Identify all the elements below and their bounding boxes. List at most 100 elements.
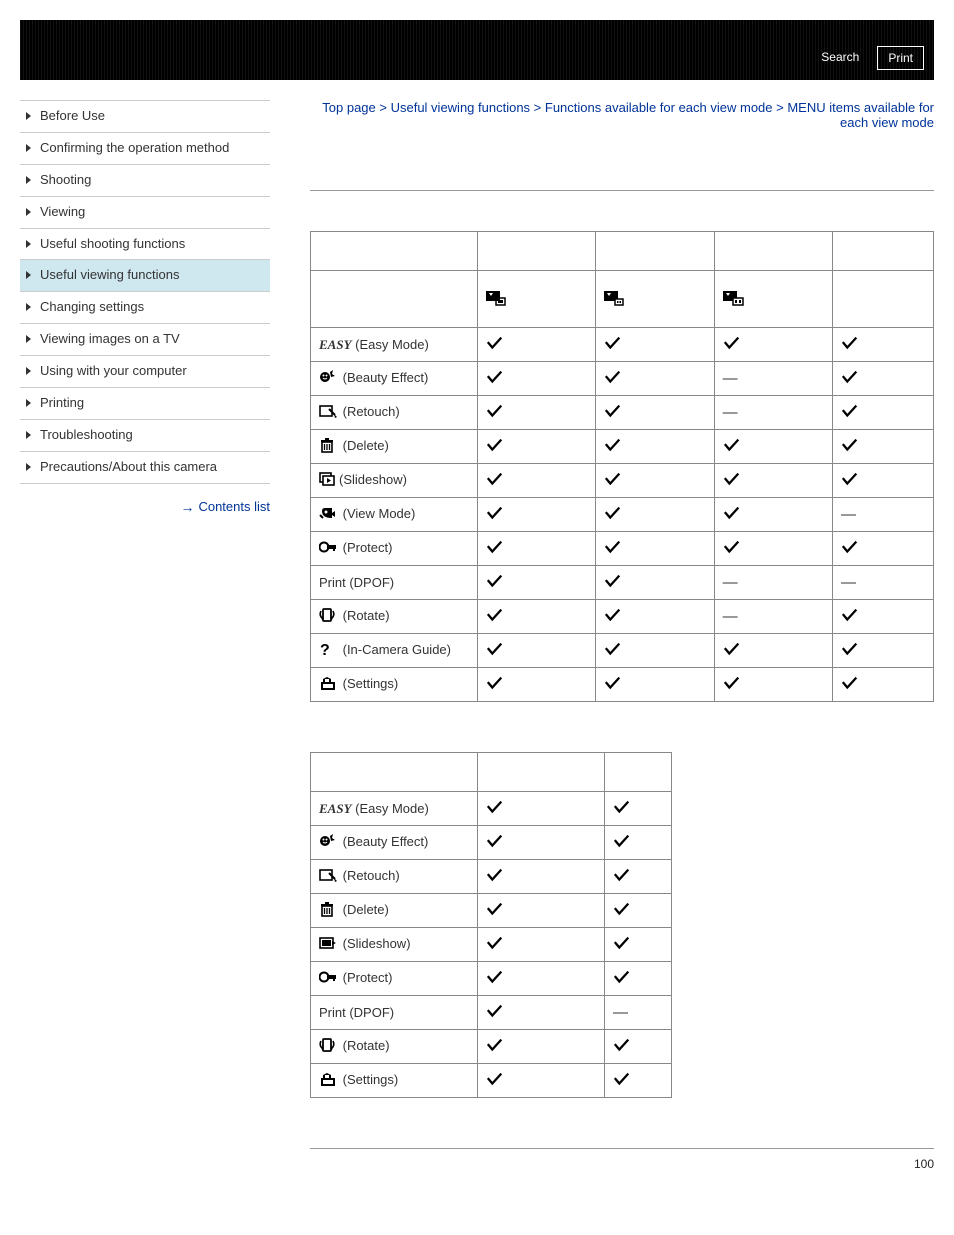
check-icon: [604, 504, 622, 522]
table-cell: [596, 566, 714, 600]
bc-l1[interactable]: Useful viewing functions: [391, 100, 530, 115]
check-icon: [613, 866, 631, 884]
sidebar-item-viewing-tv[interactable]: Viewing images on a TV: [20, 323, 270, 355]
row-label: (Slideshow): [311, 928, 478, 962]
print-button[interactable]: Print: [877, 46, 924, 70]
check-icon: [486, 572, 504, 590]
table-row: (Settings): [311, 1064, 672, 1098]
table-cell: [832, 396, 933, 430]
row-label: (Beauty Effect): [311, 826, 478, 860]
table-row: Print (DPOF) —: [311, 996, 672, 1030]
check-icon: [841, 470, 859, 488]
hr-bottom: [310, 1148, 934, 1149]
check-icon: [613, 798, 631, 816]
sidebar-item-printing[interactable]: Printing: [20, 387, 270, 419]
table-cell: [605, 962, 672, 996]
sidebar-item-shooting[interactable]: Shooting: [20, 164, 270, 196]
search-button[interactable]: Search: [811, 46, 869, 70]
dash-icon: —: [613, 1004, 628, 1021]
table-cell: [478, 328, 596, 362]
check-icon: [604, 674, 622, 692]
bc-l2[interactable]: Functions available for each view mode: [545, 100, 773, 115]
check-icon: [486, 504, 504, 522]
row-label: EASY (Easy Mode): [311, 792, 478, 826]
check-icon: [841, 538, 859, 556]
check-icon: [604, 368, 622, 386]
check-icon: [486, 1002, 504, 1020]
table-cell: [605, 826, 672, 860]
delete-icon: [319, 901, 337, 920]
bc-top[interactable]: Top page: [322, 100, 376, 115]
delete-icon: [319, 437, 337, 456]
check-icon: [613, 1036, 631, 1054]
table-cell: [832, 362, 933, 396]
beauty-icon: [319, 369, 337, 388]
table-row: (View Mode)—: [311, 498, 934, 532]
main-content: Top page > Useful viewing functions > Fu…: [280, 100, 934, 1171]
sidebar-item-precautions[interactable]: Precautions/About this camera: [20, 451, 270, 483]
retouch-icon: [319, 867, 337, 886]
row-label: (Rotate): [311, 1030, 478, 1064]
nav-list: Before Use Confirming the operation meth…: [20, 100, 270, 484]
table-cell: [478, 498, 596, 532]
bc-sep: >: [376, 100, 391, 115]
table-cell: [714, 328, 832, 362]
hr: [310, 190, 934, 191]
check-icon: [613, 832, 631, 850]
viewmode-icon: [319, 505, 337, 524]
table-cell: [478, 860, 605, 894]
table-row: (Retouch): [311, 860, 672, 894]
table-cell: [596, 600, 714, 634]
table-cell: [832, 634, 933, 668]
table-cell: [605, 928, 672, 962]
sidebar-item-useful-shooting[interactable]: Useful shooting functions: [20, 228, 270, 260]
table-cell: [478, 634, 596, 668]
check-icon: [841, 674, 859, 692]
check-icon: [486, 674, 504, 692]
table-cell: —: [714, 566, 832, 600]
table-cell: —: [714, 396, 832, 430]
table-cell: —: [714, 362, 832, 396]
check-icon: [841, 640, 859, 658]
slideshow-icon: [319, 471, 337, 490]
table-cell: [478, 362, 596, 396]
sidebar-item-troubleshooting[interactable]: Troubleshooting: [20, 419, 270, 451]
row-label: (In-Camera Guide): [311, 634, 478, 668]
table-row: (Beauty Effect) —: [311, 362, 934, 396]
protect-icon: [319, 539, 337, 558]
check-icon: [604, 606, 622, 624]
table-cell: [478, 566, 596, 600]
table-cell: [596, 396, 714, 430]
table-cell: [478, 464, 596, 498]
row-label: Print (DPOF): [311, 996, 478, 1030]
table-cell: [832, 532, 933, 566]
row-label: Print (DPOF): [311, 566, 478, 600]
sidebar-item-useful-viewing[interactable]: Useful viewing functions: [20, 259, 270, 291]
sidebar-item-changing-settings[interactable]: Changing settings: [20, 291, 270, 323]
check-icon: [486, 900, 504, 918]
check-icon: [604, 470, 622, 488]
sidebar-item-before-use[interactable]: Before Use: [20, 100, 270, 132]
table-row: (Beauty Effect): [311, 826, 672, 860]
mode-icon-2: [604, 289, 626, 310]
mode-icon-1: [486, 289, 508, 310]
table-row: (In-Camera Guide): [311, 634, 934, 668]
contents-list-link[interactable]: → Contents list: [20, 499, 270, 515]
table-cell: [478, 396, 596, 430]
sidebar-item-confirming[interactable]: Confirming the operation method: [20, 132, 270, 164]
check-icon: [723, 674, 741, 692]
check-icon: [486, 606, 504, 624]
table-cell: [832, 600, 933, 634]
row-label: (Beauty Effect): [311, 362, 478, 396]
check-icon: [486, 798, 504, 816]
check-icon: [604, 402, 622, 420]
check-icon: [486, 368, 504, 386]
table-cell: [832, 328, 933, 362]
sidebar-item-viewing[interactable]: Viewing: [20, 196, 270, 228]
table-row: (Delete): [311, 430, 934, 464]
table-cell: [605, 860, 672, 894]
table-row: Print (DPOF)——: [311, 566, 934, 600]
table-cell: [596, 464, 714, 498]
sidebar-item-computer[interactable]: Using with your computer: [20, 355, 270, 387]
rotate-icon: [319, 1037, 337, 1056]
